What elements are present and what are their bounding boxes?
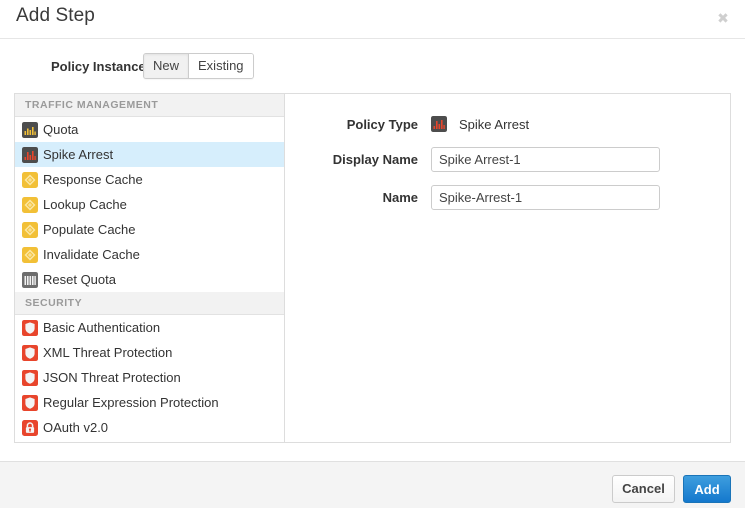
name-row: Name <box>285 184 730 211</box>
policy-item-spike-arrest[interactable]: Spike Arrest <box>15 142 284 167</box>
close-icon[interactable]: ✖ <box>714 9 732 27</box>
policy-item-label: Populate Cache <box>43 222 136 237</box>
policy-item-oauth-v2[interactable]: OAuth v2.0 <box>15 415 284 440</box>
shield-icon <box>22 370 38 386</box>
policy-item-label: Regular Expression Protection <box>43 395 219 410</box>
policy-item-label: Basic Authentication <box>43 320 160 335</box>
policy-list[interactable]: TRAFFIC MANAGEMENT Quota <box>15 94 285 442</box>
policy-type-name: Spike Arrest <box>459 117 529 132</box>
dialog-footer: Cancel Add <box>0 461 745 508</box>
cancel-button[interactable]: Cancel <box>612 475 675 503</box>
lock-icon <box>22 420 38 436</box>
policy-item-xml-threat-protection[interactable]: XML Threat Protection <box>15 340 284 365</box>
policy-instance-new-button[interactable]: New <box>144 54 188 78</box>
policy-group-header-security: SECURITY <box>15 292 284 315</box>
policy-item-label: OAuth v2.0 <box>43 420 108 435</box>
policy-item-invalidate-cache[interactable]: Invalidate Cache <box>15 242 284 267</box>
policy-group-header-traffic-management: TRAFFIC MANAGEMENT <box>15 94 284 117</box>
bar-chart-red-icon <box>431 116 447 132</box>
shield-icon <box>22 395 38 411</box>
name-label: Name <box>285 190 431 205</box>
bar-chart-gray-icon <box>22 272 38 288</box>
display-name-label: Display Name <box>285 152 431 167</box>
display-name-input[interactable] <box>431 147 660 172</box>
policy-item-quota[interactable]: Quota <box>15 117 284 142</box>
display-name-row: Display Name <box>285 146 730 173</box>
policy-type-row: Policy Type Spike Arrest <box>285 112 730 136</box>
policy-instance-toggle-group[interactable]: New Existing <box>143 53 254 79</box>
policy-item-label: Lookup Cache <box>43 197 127 212</box>
name-input[interactable] <box>431 185 660 210</box>
cache-diamond-icon <box>22 222 38 238</box>
policy-item-label: XML Threat Protection <box>43 345 172 360</box>
policy-item-label: Quota <box>43 122 78 137</box>
policy-instance-label: Policy Instance <box>51 59 146 74</box>
dialog-header: Add Step ✖ <box>0 0 745 39</box>
cache-diamond-icon <box>22 197 38 213</box>
policy-item-label: Spike Arrest <box>43 147 113 162</box>
policy-item-reset-quota[interactable]: Reset Quota <box>15 267 284 292</box>
cache-diamond-icon <box>22 172 38 188</box>
policy-item-lookup-cache[interactable]: Lookup Cache <box>15 192 284 217</box>
policy-item-response-cache[interactable]: Response Cache <box>15 167 284 192</box>
page-title: Add Step <box>16 5 95 27</box>
policy-type-label: Policy Type <box>285 117 431 132</box>
bar-chart-red-icon <box>22 147 38 163</box>
policy-type-value: Spike Arrest <box>431 116 529 132</box>
bar-chart-gold-icon <box>22 122 38 138</box>
content-panel: TRAFFIC MANAGEMENT Quota <box>14 93 731 443</box>
shield-icon <box>22 345 38 361</box>
policy-item-json-threat-protection[interactable]: JSON Threat Protection <box>15 365 284 390</box>
policy-item-label: Invalidate Cache <box>43 247 140 262</box>
policy-instance-row: Policy Instance New Existing <box>0 52 745 82</box>
policy-item-regular-expression-protection[interactable]: Regular Expression Protection <box>15 390 284 415</box>
shield-icon <box>22 320 38 336</box>
policy-item-basic-authentication[interactable]: Basic Authentication <box>15 315 284 340</box>
cache-diamond-icon <box>22 247 38 263</box>
policy-item-label: Response Cache <box>43 172 143 187</box>
policy-item-label: JSON Threat Protection <box>43 370 181 385</box>
policy-item-label: Reset Quota <box>43 272 116 287</box>
add-button[interactable]: Add <box>683 475 731 503</box>
policy-item-populate-cache[interactable]: Populate Cache <box>15 217 284 242</box>
policy-instance-existing-button[interactable]: Existing <box>188 54 253 78</box>
policy-detail-pane: Policy Type Spike Arrest Display Name <box>285 94 730 442</box>
